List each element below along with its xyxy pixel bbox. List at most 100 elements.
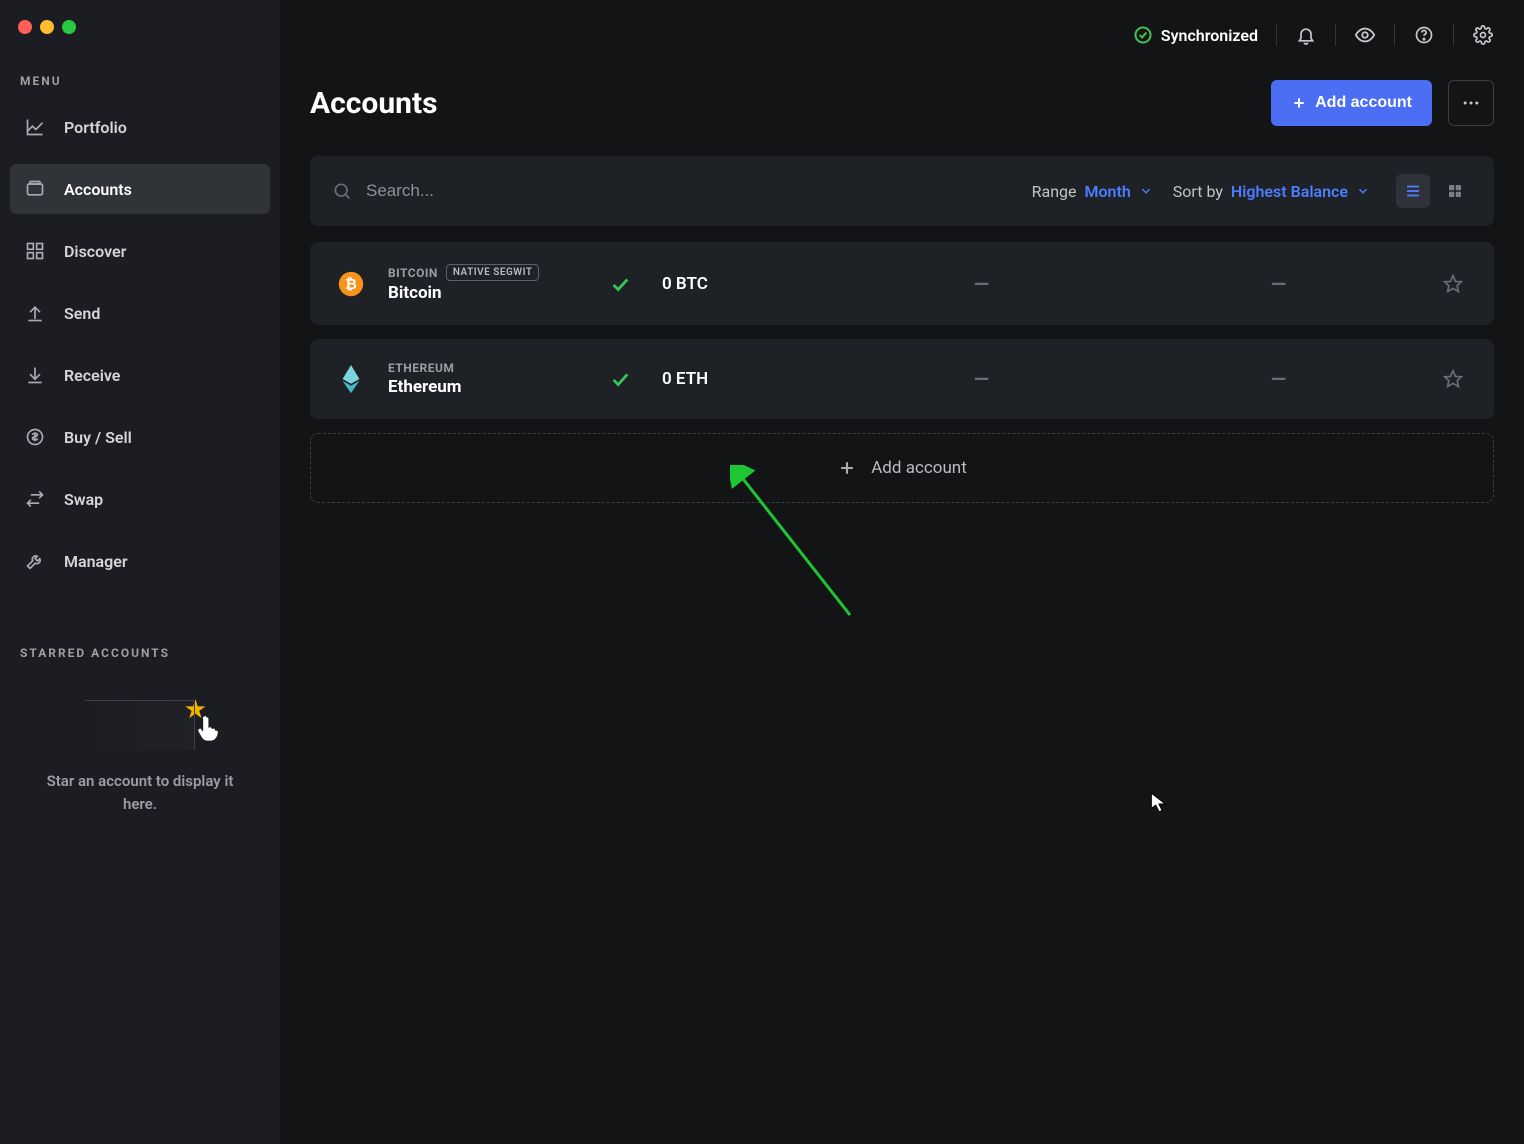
sidebar-item-manager[interactable]: Manager — [10, 536, 270, 586]
account-row-bitcoin[interactable]: ₿ BITCOIN NATIVE SEGWIT Bitcoin 0 BTC — — [310, 242, 1494, 325]
header-actions: Add account — [1271, 80, 1494, 126]
sidebar: MENU Portfolio Accounts Discover — [0, 0, 280, 1144]
grid-icon — [24, 240, 46, 262]
sidebar-item-label: Portfolio — [64, 118, 127, 137]
more-options-button[interactable] — [1448, 80, 1494, 126]
add-account-row-label: Add account — [871, 458, 967, 478]
starred-section: STARRED ACCOUNTS ★ Star an account to di… — [10, 646, 270, 815]
topbar: Synchronized — [280, 0, 1524, 70]
swap-icon — [24, 488, 46, 510]
search-wrap — [332, 181, 1012, 201]
star-account-button[interactable] — [1438, 369, 1468, 389]
receive-icon — [24, 364, 46, 386]
ethereum-icon — [336, 364, 366, 394]
star-outline-icon — [1443, 369, 1463, 389]
hand-pointer-icon — [195, 715, 223, 743]
nav-list: Portfolio Accounts Discover Send — [10, 102, 270, 586]
bitcoin-icon: ₿ — [336, 269, 366, 299]
sidebar-item-label: Accounts — [64, 180, 132, 199]
tools-icon — [24, 550, 46, 572]
bell-icon[interactable] — [1295, 24, 1317, 46]
star-outline-icon — [1443, 274, 1463, 294]
account-asset-label: BITCOIN — [388, 266, 438, 280]
account-value-placeholder: — — [1141, 367, 1416, 391]
mouse-cursor-icon — [1150, 792, 1168, 814]
main: Synchronized Accounts — [280, 0, 1524, 1144]
account-name: Bitcoin — [388, 283, 578, 303]
sidebar-item-label: Manager — [64, 552, 128, 571]
range-filter[interactable]: Range Month — [1032, 182, 1153, 201]
sidebar-item-swap[interactable]: Swap — [10, 474, 270, 524]
dollar-icon — [24, 426, 46, 448]
separator — [1453, 24, 1454, 46]
account-asset-label: ETHEREUM — [388, 361, 454, 375]
add-account-button[interactable]: Add account — [1271, 80, 1432, 126]
account-info: BITCOIN NATIVE SEGWIT Bitcoin — [388, 264, 578, 303]
accounts-list: ₿ BITCOIN NATIVE SEGWIT Bitcoin 0 BTC — — [310, 242, 1494, 503]
sidebar-item-label: Send — [64, 304, 100, 323]
chevron-down-icon — [1356, 184, 1370, 198]
sidebar-item-label: Discover — [64, 242, 126, 261]
plus-icon — [1291, 95, 1307, 111]
page-title: Accounts — [310, 86, 438, 121]
list-view-button[interactable] — [1396, 174, 1430, 208]
sidebar-item-label: Swap — [64, 490, 103, 509]
account-balance: 0 BTC — [662, 274, 822, 294]
sync-check-icon — [1133, 25, 1153, 45]
range-value: Month — [1085, 182, 1131, 201]
account-row-ethereum[interactable]: ETHEREUM Ethereum 0 ETH — — — [310, 339, 1494, 419]
sidebar-item-label: Buy / Sell — [64, 428, 132, 447]
account-change-placeholder: — — [844, 272, 1119, 296]
check-icon — [609, 273, 631, 295]
help-icon[interactable] — [1413, 24, 1435, 46]
sidebar-item-portfolio[interactable]: Portfolio — [10, 102, 270, 152]
sort-value: Highest Balance — [1231, 182, 1348, 201]
starred-section-label: STARRED ACCOUNTS — [10, 646, 270, 674]
minimize-window-button[interactable] — [40, 20, 54, 34]
separator — [1276, 24, 1277, 46]
account-change-placeholder: — — [844, 367, 1119, 391]
separator — [1394, 24, 1395, 46]
separator — [1335, 24, 1336, 46]
account-name: Ethereum — [388, 377, 578, 397]
search-input[interactable] — [366, 181, 1012, 201]
sidebar-item-discover[interactable]: Discover — [10, 226, 270, 276]
sync-status-label: Synchronized — [1161, 26, 1258, 45]
menu-section-label: MENU — [10, 74, 270, 102]
search-icon — [332, 181, 352, 201]
wallet-icon — [24, 178, 46, 200]
sidebar-item-send[interactable]: Send — [10, 288, 270, 338]
account-balance: 0 ETH — [662, 369, 822, 389]
starred-illustration: ★ — [10, 674, 270, 770]
filters-bar: Range Month Sort by Highest Balance — [310, 156, 1494, 226]
check-icon — [609, 368, 631, 390]
account-info: ETHEREUM Ethereum — [388, 361, 578, 397]
sort-filter[interactable]: Sort by Highest Balance — [1173, 182, 1370, 201]
account-value-placeholder: — — [1141, 272, 1416, 296]
close-window-button[interactable] — [18, 20, 32, 34]
chevron-down-icon — [1139, 184, 1153, 198]
range-label: Range — [1032, 182, 1077, 201]
window-controls — [10, 20, 270, 74]
maximize-window-button[interactable] — [62, 20, 76, 34]
sidebar-item-buy-sell[interactable]: Buy / Sell — [10, 412, 270, 462]
content: Accounts Add account — [280, 70, 1524, 533]
dots-icon — [1461, 93, 1481, 113]
starred-hint-text: Star an account to display it here. — [10, 770, 270, 815]
eye-icon[interactable] — [1354, 24, 1376, 46]
send-icon — [24, 302, 46, 324]
grid-view-button[interactable] — [1438, 174, 1472, 208]
sync-status: Synchronized — [1133, 25, 1258, 45]
sidebar-item-label: Receive — [64, 366, 120, 385]
page-header: Accounts Add account — [310, 80, 1494, 126]
plus-icon — [837, 458, 857, 478]
add-account-row[interactable]: Add account — [310, 433, 1494, 503]
sidebar-item-accounts[interactable]: Accounts — [10, 164, 270, 214]
sort-label: Sort by — [1173, 182, 1223, 201]
gear-icon[interactable] — [1472, 24, 1494, 46]
svg-text:₿: ₿ — [345, 276, 357, 292]
sidebar-item-receive[interactable]: Receive — [10, 350, 270, 400]
star-account-button[interactable] — [1438, 274, 1468, 294]
account-badge: NATIVE SEGWIT — [446, 264, 540, 281]
add-account-label: Add account — [1315, 94, 1412, 112]
